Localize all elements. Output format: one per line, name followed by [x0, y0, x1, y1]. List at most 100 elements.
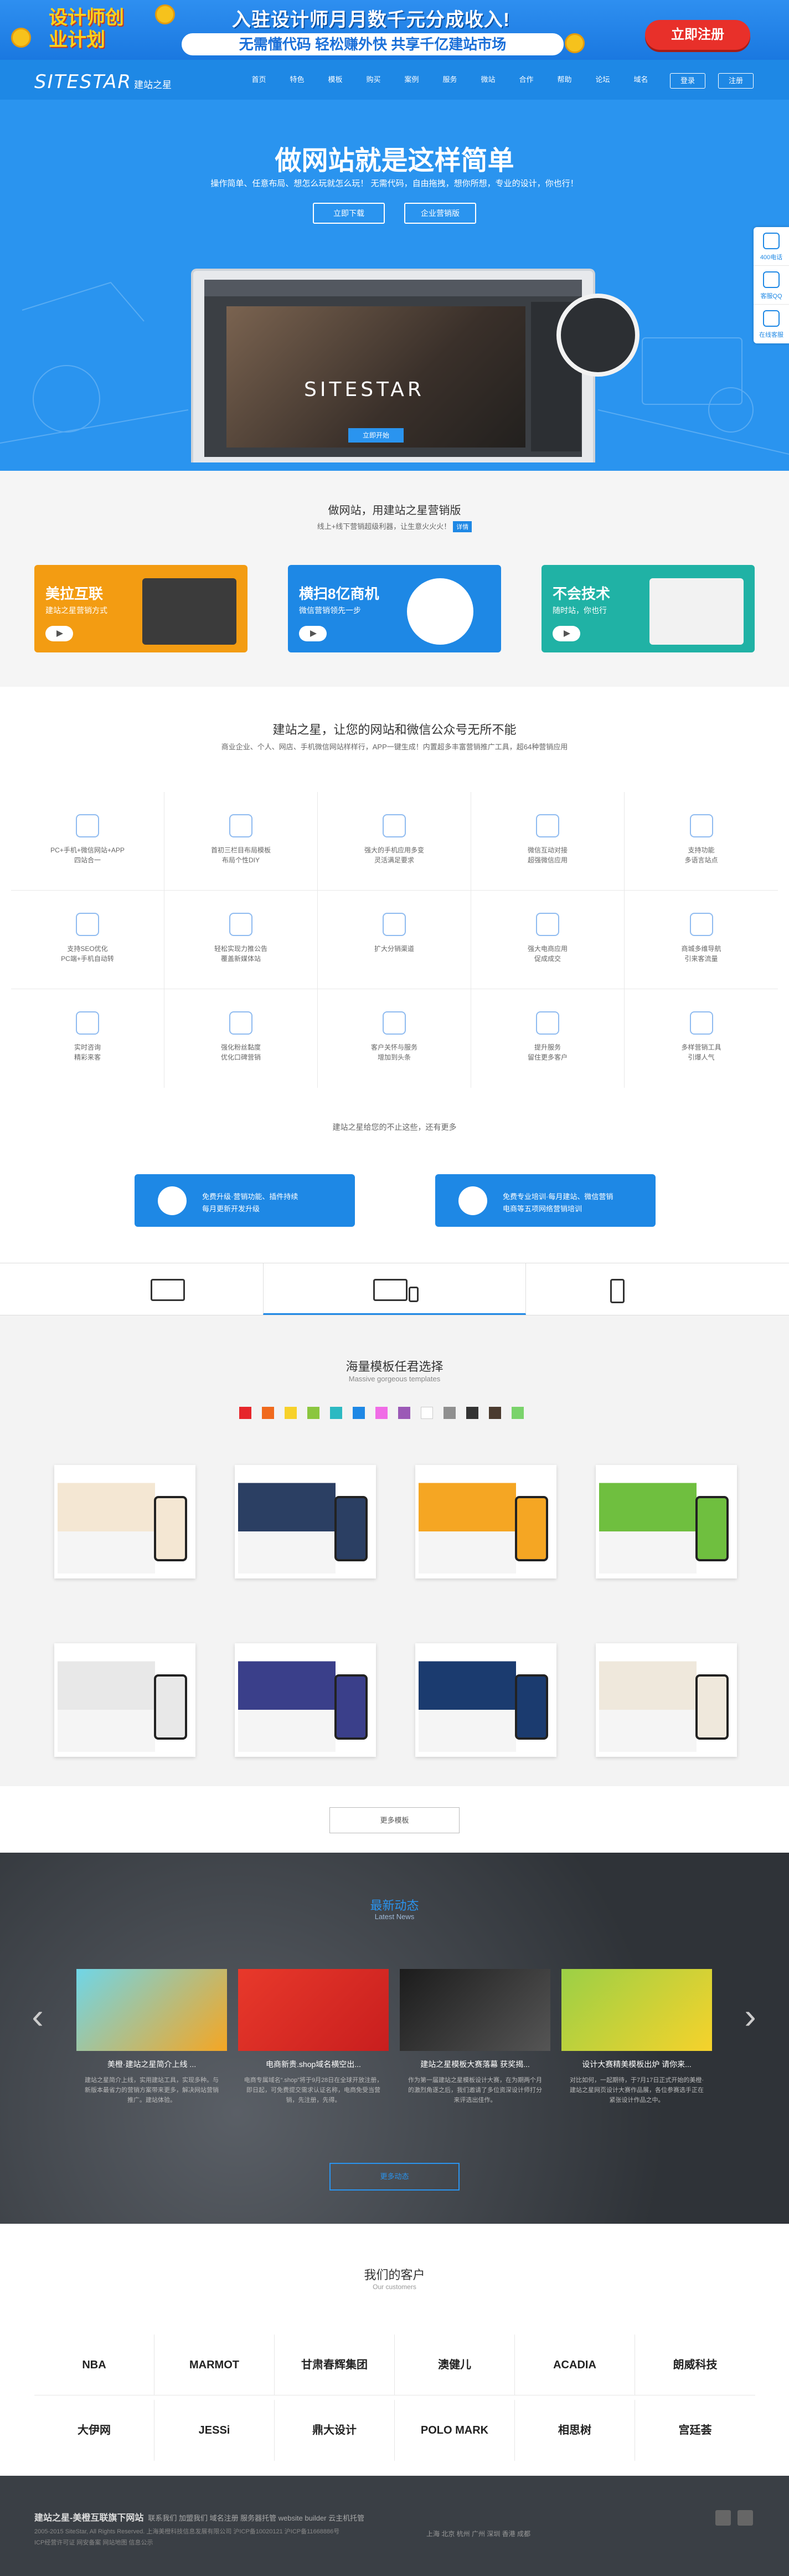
feature-line1: 商城多维导航	[681, 945, 721, 953]
features-title: 建站之星，让您的网站和微信公众号无所不能	[272, 723, 517, 737]
templates-subtitle: Massive gorgeous templates	[348, 1375, 441, 1383]
play-icon[interactable]	[299, 626, 327, 641]
online-service[interactable]: 在线客服	[754, 305, 789, 343]
news-card[interactable]: 美橙·建站之星简介上线 ... 建站之星简介上线，实用建站工具，实现多种。与新版本…	[76, 1969, 227, 2113]
tab-multi[interactable]	[263, 1263, 526, 1315]
feature-icon	[76, 814, 99, 837]
feature-icon	[383, 1011, 406, 1035]
news-subtitle: Latest News	[374, 1912, 415, 1921]
coin-icon	[565, 33, 585, 53]
color-swatch[interactable]	[239, 1407, 251, 1419]
desktop-icon	[151, 1279, 185, 1301]
template-card[interactable]	[596, 1643, 737, 1757]
template-card[interactable]	[54, 1465, 195, 1578]
marketing-section: 做网站，用建站之星营销版 线上+线下营销超级利器，让生意火火火！ 详情 美拉互联 …	[0, 471, 789, 687]
upgrade-line2: 每月更新开发升级	[202, 1205, 260, 1213]
nav-item[interactable]: 论坛	[587, 60, 618, 100]
nav-item[interactable]: 购买	[358, 60, 389, 100]
marketing-card[interactable]: 美拉互联 建站之星营销方式	[34, 565, 247, 652]
devices-icon	[649, 578, 744, 645]
register-button[interactable]: 注册	[718, 73, 754, 89]
color-swatch[interactable]	[307, 1407, 319, 1419]
training-icon	[458, 1186, 487, 1215]
news-card[interactable]: 电商新贵.shop域名横空出... 电商专属域名“.shop”将于9月28日在全球…	[238, 1969, 389, 2113]
customer-logo: 宫廷荟	[678, 2424, 712, 2436]
tab-mobile[interactable]	[526, 1263, 789, 1315]
hero-enterprise-button[interactable]: 企业营销版	[404, 203, 476, 224]
template-card[interactable]	[235, 1643, 376, 1757]
tab-pc[interactable]	[0, 1263, 263, 1315]
nav-item[interactable]: 案例	[396, 60, 427, 100]
feature-item: 扩大分销渠道	[318, 891, 471, 989]
template-card[interactable]	[415, 1643, 556, 1757]
footer-misc: ICP经营许可证 网安备案 网站地图 信息公示	[34, 2539, 153, 2546]
wechat-icon	[407, 578, 473, 645]
color-swatch[interactable]	[489, 1407, 501, 1419]
promo-banner[interactable]: 设计师创业计划 入驻设计师月月数千元分成收入! 无需懂代码 轻松赚外快 共享千亿…	[0, 0, 789, 60]
site-logo[interactable]: SITESTAR 建站之星	[34, 71, 172, 93]
footer-links[interactable]: 联系我们 加盟我们 域名注册 服务器托管 website builder 云主机…	[148, 2514, 364, 2522]
color-swatch[interactable]	[353, 1407, 365, 1419]
template-card[interactable]	[596, 1465, 737, 1578]
feature-line1: 多样营销工具	[681, 1043, 721, 1051]
news-card[interactable]: 设计大赛精美模板出炉 请你来... 对比如何，一起期待，于7月17日正式开始的美橙…	[561, 1969, 712, 2113]
card-title: 横扫8亿商机	[299, 585, 379, 602]
phone-contact[interactable]: 400电话	[754, 227, 789, 266]
upgrade-button[interactable]: 免费升级·营销功能、插件持续 每月更新开发升级	[135, 1174, 355, 1227]
nav-item[interactable]: 微站	[473, 60, 503, 100]
footer-brand-row: 建站之星-美橙互联旗下网站 联系我们 加盟我们 域名注册 服务器托管 websit…	[34, 2510, 364, 2523]
prev-arrow-icon[interactable]: ‹	[27, 1991, 49, 2041]
feature-line1: 支持SEO优化	[67, 945, 108, 953]
more-templates-button[interactable]: 更多模板	[329, 1807, 460, 1833]
color-swatch[interactable]	[466, 1407, 478, 1419]
wechat-icon[interactable]	[715, 2510, 731, 2526]
card-title: 不会技术	[553, 585, 611, 602]
marketing-card[interactable]: 横扫8亿商机 微信营销领先一步	[288, 565, 501, 652]
feature-line2: 增加到头条	[377, 1053, 411, 1061]
qq-contact[interactable]: 客服QQ	[754, 266, 789, 305]
play-icon[interactable]	[45, 626, 73, 641]
login-button[interactable]: 登录	[670, 73, 705, 89]
more-news-button[interactable]: 更多动态	[329, 2163, 460, 2191]
color-swatch[interactable]	[330, 1407, 342, 1419]
color-filter	[239, 1407, 534, 1419]
details-tag[interactable]: 详情	[453, 521, 472, 532]
hero-download-button[interactable]: 立即下载	[313, 203, 385, 224]
nav-item[interactable]: 服务	[435, 60, 465, 100]
news-card-desc: 电商专属域名“.shop”将于9月28日在全球开放注册，即日起，可免费提交需求认…	[244, 2077, 383, 2104]
nav-item[interactable]: 域名	[626, 60, 656, 100]
marketing-card[interactable]: 不会技术 随时站，你也行	[542, 565, 755, 652]
feature-line1: 轻松实现力推公告	[214, 945, 267, 953]
hero-section: 做网站就是这样简单 操作简单、任意布局、想怎么玩就怎么玩！ 无需代码，自由拖拽，…	[0, 100, 789, 471]
color-swatch[interactable]	[375, 1407, 388, 1419]
news-card[interactable]: 建站之星模板大赛落幕 获奖揭... 作为第一届建站之星模板设计大赛，在为期两个月的…	[400, 1969, 550, 2113]
nav-item[interactable]: 特色	[282, 60, 312, 100]
nav-item[interactable]: 首页	[244, 60, 274, 100]
weibo-icon[interactable]	[738, 2510, 753, 2526]
color-swatch[interactable]	[444, 1407, 456, 1419]
training-button[interactable]: 免费专业培训·每月建站、微信营销 电商等五项网络营销培训	[435, 1174, 656, 1227]
template-card[interactable]	[235, 1465, 376, 1578]
nav-item[interactable]: 合作	[511, 60, 542, 100]
feature-item: 微信互动对接 超强微信应用	[471, 792, 625, 891]
template-preview	[599, 1468, 697, 1574]
next-arrow-icon[interactable]: ›	[739, 1991, 761, 2041]
nav-item[interactable]: 模板	[320, 60, 350, 100]
template-card[interactable]	[54, 1643, 195, 1757]
feature-icon	[229, 1011, 252, 1035]
color-swatch[interactable]	[398, 1407, 410, 1419]
color-swatch[interactable]	[262, 1407, 274, 1419]
editor-toolbar	[204, 280, 582, 296]
color-swatch[interactable]	[512, 1407, 524, 1419]
color-swatch[interactable]	[285, 1407, 297, 1419]
template-card[interactable]	[415, 1465, 556, 1578]
feature-line1: 提升服务	[534, 1043, 561, 1051]
feature-line1: 扩大分销渠道	[374, 945, 414, 953]
side-float-bar: 400电话 客服QQ 在线客服	[754, 227, 789, 343]
play-icon[interactable]	[553, 626, 580, 641]
banner-register-button[interactable]: 立即注册	[645, 20, 750, 50]
nav-item[interactable]: 帮助	[549, 60, 580, 100]
banner-headline: 入驻设计师月月数千元分成收入!	[231, 9, 510, 30]
color-swatch[interactable]	[421, 1407, 433, 1419]
wrench-icon	[158, 1186, 187, 1215]
